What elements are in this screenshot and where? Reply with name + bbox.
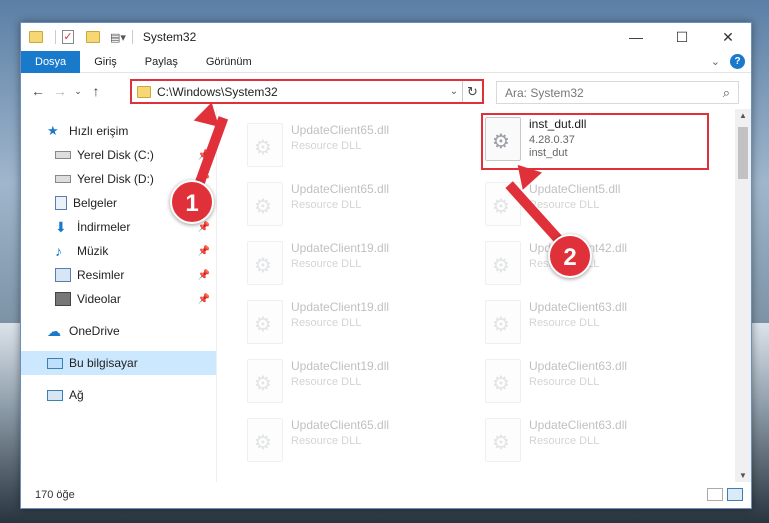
recent-locations-icon[interactable]: ⌄ xyxy=(71,86,85,97)
ribbon-tabs: Dosya Giriş Paylaş Görünüm ⌄ ? xyxy=(21,50,751,73)
details-view-icon[interactable] xyxy=(707,488,723,501)
list-item[interactable]: UpdateClient63.dllResource DLL xyxy=(485,359,715,409)
address-row: ← → ⌄ ↑ C:\Windows\System32 ⌄ ↻ Ara: Sys… xyxy=(21,73,751,109)
new-folder-icon[interactable] xyxy=(86,31,100,43)
annotation-badge-1: 1 xyxy=(170,180,214,224)
videos-icon xyxy=(55,292,71,306)
list-item[interactable]: UpdateClient42.dllResource DLL xyxy=(485,241,715,291)
explorer-window: ✓ ▤▾ System32 — ☐ ✕ Dosya Giriş Paylaş G… xyxy=(20,22,752,509)
address-path[interactable]: C:\Windows\System32 xyxy=(157,85,446,99)
back-button[interactable]: ← xyxy=(27,83,49,99)
up-button[interactable]: ↑ xyxy=(85,83,107,99)
pin-icon[interactable]: 📌 xyxy=(198,294,210,305)
file-list: UpdateClient65.dllResource DLL UpdateCli… xyxy=(217,109,751,482)
list-item[interactable]: UpdateClient65.dllResource DLL xyxy=(247,182,477,232)
list-item[interactable]: UpdateClient63.dllResource DLL xyxy=(485,300,715,350)
sidebar-item-network[interactable]: Ağ xyxy=(21,383,216,407)
sidebar-item-onedrive[interactable]: ☁ OneDrive xyxy=(21,319,216,343)
properties-icon[interactable]: ✓ xyxy=(62,30,74,44)
sidebar-item-music[interactable]: ♪ Müzik 📌 xyxy=(21,239,216,263)
search-input[interactable]: Ara: System32 ⌕ xyxy=(496,81,739,104)
pin-icon[interactable]: 📌 xyxy=(198,246,210,257)
address-dropdown-icon[interactable]: ⌄ xyxy=(446,86,462,97)
annotation-badge-2: 2 xyxy=(548,234,592,278)
tab-dosya[interactable]: Dosya xyxy=(21,50,81,73)
maximize-button[interactable]: ☐ xyxy=(659,23,705,51)
sidebar-item-this-pc[interactable]: Bu bilgisayar xyxy=(21,351,216,375)
vertical-scrollbar[interactable]: ▲ ▼ xyxy=(735,109,751,482)
expand-ribbon-icon[interactable]: ⌄ xyxy=(711,55,720,68)
sidebar-item-pictures[interactable]: Resimler 📌 xyxy=(21,263,216,287)
search-placeholder: Ara: System32 xyxy=(505,85,584,100)
close-button[interactable]: ✕ xyxy=(705,23,751,51)
tab-paylas[interactable]: Paylaş xyxy=(131,51,192,73)
search-icon: ⌕ xyxy=(722,85,730,100)
cloud-icon: ☁ xyxy=(47,323,61,339)
sidebar-item-videos[interactable]: Videolar 📌 xyxy=(21,287,216,311)
list-item[interactable]: UpdateClient63.dllResource DLL xyxy=(485,418,715,468)
drive-icon xyxy=(55,175,71,183)
status-bar: 170 öğe xyxy=(21,482,751,508)
navigation-pane: ★ Hızlı erişim Yerel Disk (C:) 📌 Yerel D… xyxy=(21,109,217,482)
tab-gorunum[interactable]: Görünüm xyxy=(192,51,266,73)
highlight-box xyxy=(481,113,709,170)
dll-file-icon xyxy=(247,123,283,167)
tiles-view-icon[interactable] xyxy=(727,488,743,501)
dll-file-icon xyxy=(247,418,283,462)
dll-file-icon xyxy=(247,359,283,403)
folder-icon xyxy=(137,85,151,98)
network-icon xyxy=(47,389,63,401)
window-title: System32 xyxy=(142,30,197,44)
sidebar-item-quick-access[interactable]: ★ Hızlı erişim xyxy=(21,119,216,143)
list-item[interactable]: UpdateClient19.dllResource DLL xyxy=(247,359,477,409)
customize-toolbar-icon[interactable]: ▤▾ xyxy=(110,31,126,44)
drive-icon xyxy=(55,151,71,159)
list-item[interactable]: UpdateClient19.dllResource DLL xyxy=(247,300,477,350)
refresh-button[interactable]: ↻ xyxy=(462,81,482,102)
help-icon[interactable]: ? xyxy=(730,54,745,69)
dll-file-icon xyxy=(485,241,521,285)
pin-icon[interactable]: 📌 xyxy=(198,222,210,233)
dll-file-icon xyxy=(247,300,283,344)
scroll-up-icon[interactable]: ▲ xyxy=(735,111,751,120)
dll-file-icon xyxy=(247,241,283,285)
folder-icon xyxy=(29,31,43,43)
list-item[interactable]: UpdateClient65.dllResource DLL xyxy=(247,418,477,468)
music-icon: ♪ xyxy=(55,243,62,259)
dll-file-icon xyxy=(247,182,283,226)
star-icon: ★ xyxy=(47,123,59,138)
dll-file-icon xyxy=(485,418,521,462)
forward-button[interactable]: → xyxy=(49,83,71,99)
list-item[interactable]: UpdateClient65.dllResource DLL xyxy=(247,123,477,173)
scroll-down-icon[interactable]: ▼ xyxy=(735,471,751,480)
item-count: 170 öğe xyxy=(35,489,75,501)
minimize-button[interactable]: — xyxy=(613,23,659,51)
tab-giris[interactable]: Giriş xyxy=(80,51,131,73)
download-icon: ⬇ xyxy=(55,219,67,235)
title-bar: ✓ ▤▾ System32 — ☐ ✕ xyxy=(21,23,751,51)
scrollbar-thumb[interactable] xyxy=(738,127,748,179)
computer-icon xyxy=(47,357,63,369)
dll-file-icon xyxy=(485,359,521,403)
pin-icon[interactable]: 📌 xyxy=(198,270,210,281)
list-item[interactable]: UpdateClient19.dllResource DLL xyxy=(247,241,477,291)
pictures-icon xyxy=(55,268,71,282)
address-bar[interactable]: C:\Windows\System32 ⌄ xyxy=(130,79,484,104)
sidebar-item-local-disk-c[interactable]: Yerel Disk (C:) 📌 xyxy=(21,143,216,167)
documents-icon xyxy=(55,196,67,210)
dll-file-icon xyxy=(485,300,521,344)
